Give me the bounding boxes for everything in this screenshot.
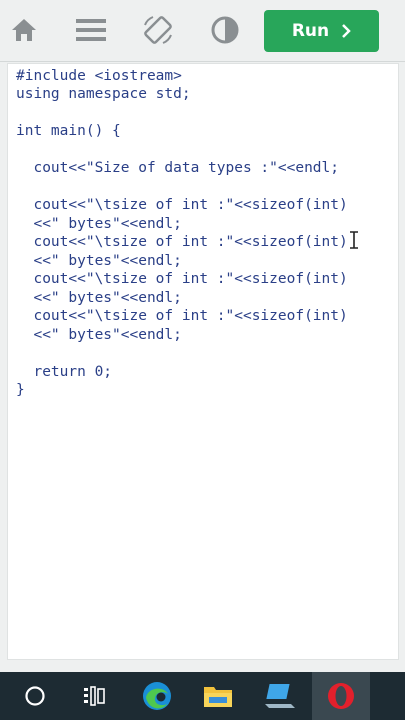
- run-button-label: Run: [291, 21, 330, 41]
- code-line: cout<<"\tsize of int :"<<sizeof(int): [16, 197, 348, 213]
- code-line: int main() {: [16, 123, 121, 139]
- code-line: <<" bytes"<<endl;: [16, 216, 182, 232]
- code-line: cout<<"\tsize of int :"<<sizeof(int): [16, 308, 348, 324]
- code-line: using namespace std;: [16, 86, 191, 102]
- code-line: }: [16, 382, 25, 398]
- menu-icon[interactable]: [73, 12, 109, 48]
- code-line: cout<<"Size of data types :"<<endl;: [16, 160, 340, 176]
- home-icon[interactable]: [6, 12, 42, 48]
- code-line: <<" bytes"<<endl;: [16, 290, 182, 306]
- chevron-right-icon: [342, 24, 351, 38]
- taskbar: [0, 672, 405, 720]
- code-line: return 0;: [16, 364, 113, 380]
- start-icon[interactable]: [6, 672, 64, 720]
- code-line: <<" bytes"<<endl;: [16, 253, 182, 269]
- text-cursor-icon: [350, 231, 358, 249]
- editor-toolbar: Run: [0, 0, 405, 62]
- edge-browser-icon[interactable]: [128, 672, 186, 720]
- rotate-icon[interactable]: [140, 12, 176, 48]
- code-line: #include <iostream>: [16, 68, 182, 84]
- laptop-app-icon[interactable]: [251, 672, 309, 720]
- run-button[interactable]: Run: [264, 10, 379, 52]
- task-view-icon[interactable]: [65, 672, 123, 720]
- code-line: cout<<"\tsize of int :"<<sizeof(int): [16, 271, 348, 287]
- contrast-icon[interactable]: [207, 12, 243, 48]
- editor-footer-gap: [0, 660, 405, 672]
- code-editor[interactable]: #include <iostream> using namespace std;…: [7, 63, 399, 660]
- code-line: <<" bytes"<<endl;: [16, 327, 182, 343]
- file-explorer-icon[interactable]: [189, 672, 247, 720]
- opera-browser-icon[interactable]: [312, 672, 370, 720]
- code-line: cout<<"\tsize of int :"<<sizeof(int): [16, 234, 348, 250]
